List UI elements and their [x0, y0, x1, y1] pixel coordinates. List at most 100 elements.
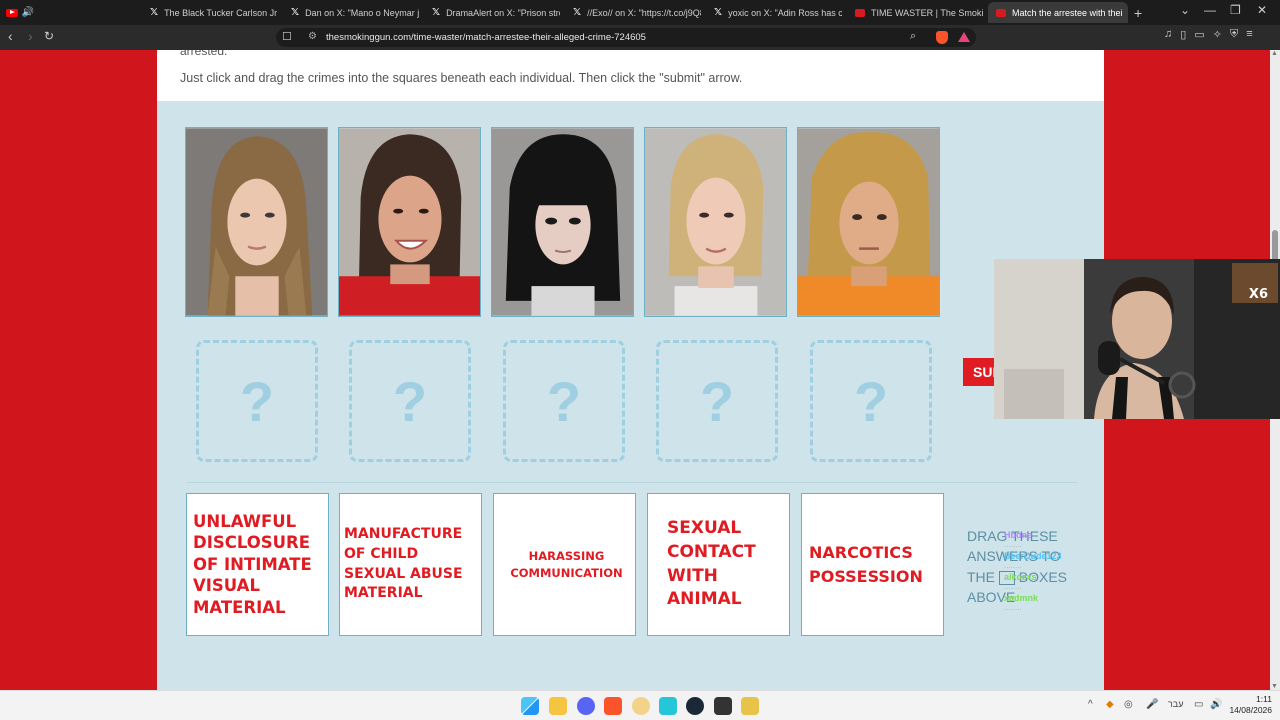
tab-search-icon[interactable]: ⌄	[1180, 3, 1190, 17]
url-text[interactable]: thesmokinggun.com/time-waster/match-arre…	[326, 32, 646, 43]
x-icon: 𝕏	[432, 7, 441, 18]
menu-icon[interactable]: ≡	[1246, 28, 1252, 41]
slot-placeholder: ?	[699, 369, 735, 433]
x-icon: 𝕏	[573, 7, 582, 18]
vpn-icon[interactable]: ⛨	[1230, 28, 1238, 41]
slot-placeholder: ?	[546, 369, 582, 433]
tray-app-icon[interactable]: ◎	[1124, 699, 1133, 710]
close-tab-icon[interactable]: ✕	[1123, 6, 1128, 19]
tab-title: TIME WASTER | The Smoking Gun	[871, 7, 983, 18]
clock-time: 1:11	[1256, 694, 1272, 704]
music-icon[interactable]: ♫	[1164, 28, 1172, 41]
crime-card-2[interactable]: Manufacture of child sexual abuse materi…	[339, 493, 482, 636]
wallet-icon[interactable]: ▭	[1194, 28, 1204, 41]
start-icon[interactable]	[521, 697, 539, 715]
chat-username: xadmnk	[1004, 593, 1039, 603]
mugshot-image	[186, 128, 327, 316]
maximize-button[interactable]: ❐	[1230, 3, 1241, 17]
multiplier-badge: X6	[1248, 287, 1268, 302]
crime-label: Sexual contact with animal	[667, 517, 756, 610]
toolbar-extensions: ♫ ▯ ▭ ✧ ⛨ ≡	[1164, 28, 1253, 41]
scroll-up-icon[interactable]: ▲	[1271, 50, 1278, 57]
tab-title: DramaAlert on X: "Prison stream	[446, 7, 560, 18]
stream-chat-overlay: Hbone ........ BeerDude123 ........ alko…	[1004, 530, 1114, 614]
volume-icon[interactable]: 🔊	[1210, 699, 1222, 710]
crime-card-3[interactable]: Harassing communication	[493, 493, 636, 636]
minimize-button[interactable]: —	[1204, 3, 1216, 17]
mugshot-image	[645, 128, 786, 316]
youtube-icon	[5, 8, 18, 17]
tab-4[interactable]: 𝕏 yoxic on X: "Adin Ross has called	[706, 2, 842, 23]
chat-message: Hbone ........	[1004, 530, 1114, 549]
zoom-icon[interactable]: ⌕	[910, 30, 916, 43]
mugshot-2	[338, 127, 481, 317]
crime-label: Harassing communication	[510, 548, 623, 580]
back-button[interactable]: ‹	[8, 28, 13, 44]
drag-hint-word: THE	[967, 568, 995, 585]
forward-button[interactable]: ›	[28, 28, 33, 44]
game-panel: arrested. Just click and drag the crimes…	[157, 50, 1104, 690]
new-tab-button[interactable]: +	[1134, 5, 1142, 21]
chat-text: ........	[1004, 540, 1022, 549]
intro-section: arrested. Just click and drag the crimes…	[157, 50, 1104, 101]
microphone-icon[interactable]: 🎤	[1146, 699, 1158, 710]
smoking-gun-icon	[855, 8, 865, 17]
crime-card-5[interactable]: Narcotics possession	[801, 493, 944, 636]
drop-slot-1[interactable]: ?	[196, 340, 318, 462]
drop-slot-4[interactable]: ?	[656, 340, 778, 462]
monitor-icon[interactable]: ▭	[1194, 699, 1203, 710]
drop-slot-2[interactable]: ?	[349, 340, 471, 462]
drop-slot-3[interactable]: ?	[503, 340, 625, 462]
webcam-image	[994, 259, 1280, 419]
app-icon[interactable]	[741, 697, 759, 715]
mugshot-image	[339, 128, 480, 316]
crime-label: Manufacture of child sexual abuse materi…	[344, 526, 463, 602]
chat-username: alkozxs	[1004, 572, 1037, 582]
app-icon[interactable]	[632, 697, 650, 715]
media-indicator[interactable]: 🔊	[0, 0, 40, 25]
chat-text: ........	[1004, 561, 1022, 570]
mugshot-1	[185, 127, 328, 317]
obs-icon[interactable]	[714, 697, 732, 715]
app-icon[interactable]	[659, 697, 677, 715]
system-clock[interactable]: 1:11 14/08/2026	[1226, 694, 1272, 717]
brave-icon[interactable]	[604, 697, 622, 715]
sidebar-icon[interactable]: ▯	[1180, 28, 1186, 41]
close-window-button[interactable]: ✕	[1257, 3, 1267, 17]
brave-shield-icon[interactable]	[936, 31, 948, 44]
address-bar[interactable]: ☐ ⚙ thesmokinggun.com/time-waster/match-…	[276, 28, 976, 47]
tab-title: //Exo// on X: "https://t.co/j9Q8U	[587, 7, 701, 18]
steam-icon[interactable]	[686, 697, 704, 715]
chat-text: ........	[1004, 603, 1022, 612]
tab-5[interactable]: TIME WASTER | The Smoking Gun	[847, 2, 983, 23]
leo-icon[interactable]: ✧	[1213, 28, 1222, 41]
mugshot-3	[491, 127, 634, 317]
slot-placeholder: ?	[853, 369, 889, 433]
language-indicator[interactable]: עבר	[1168, 699, 1183, 709]
divider	[187, 482, 1077, 483]
brave-rewards-icon[interactable]	[958, 32, 970, 42]
tab-6-active[interactable]: Match the arrestee with thei ✕	[988, 2, 1128, 23]
x-icon: 𝕏	[714, 7, 723, 18]
tab-title: Match the arrestee with thei	[1012, 7, 1123, 18]
bookmark-icon[interactable]: ☐	[282, 30, 292, 43]
x-icon: 𝕏	[150, 7, 159, 18]
browser-toolbar: ‹ › ↻ ☐ ⚙ thesmokinggun.com/time-waster/…	[0, 25, 1280, 50]
tray-app-icon[interactable]: ◆	[1106, 699, 1114, 710]
site-info-icon[interactable]: ⚙	[308, 31, 317, 42]
crime-card-4[interactable]: Sexual contact with animal	[647, 493, 790, 636]
crime-label: Unlawful disclosure of intimate visual m…	[193, 511, 312, 617]
crime-card-1[interactable]: Unlawful disclosure of intimate visual m…	[186, 493, 329, 636]
tab-3[interactable]: 𝕏 //Exo// on X: "https://t.co/j9Q8U	[565, 2, 701, 23]
tab-2[interactable]: 𝕏 DramaAlert on X: "Prison stream	[424, 2, 560, 23]
tab-1[interactable]: 𝕏 Dan on X: "Mano o Neymar já te	[283, 2, 419, 23]
chat-message: xadmnk ........	[1004, 593, 1114, 612]
drop-slot-5[interactable]: ?	[810, 340, 932, 462]
file-explorer-icon[interactable]	[549, 697, 567, 715]
tray-chevron-icon[interactable]: ^	[1088, 699, 1093, 710]
smoking-gun-icon	[996, 8, 1006, 17]
scroll-down-icon[interactable]: ▼	[1271, 683, 1278, 690]
reload-button[interactable]: ↻	[44, 29, 54, 43]
tab-0[interactable]: 𝕏 The Black Tucker Carlson Jr us on	[142, 2, 278, 23]
discord-icon[interactable]	[577, 697, 595, 715]
